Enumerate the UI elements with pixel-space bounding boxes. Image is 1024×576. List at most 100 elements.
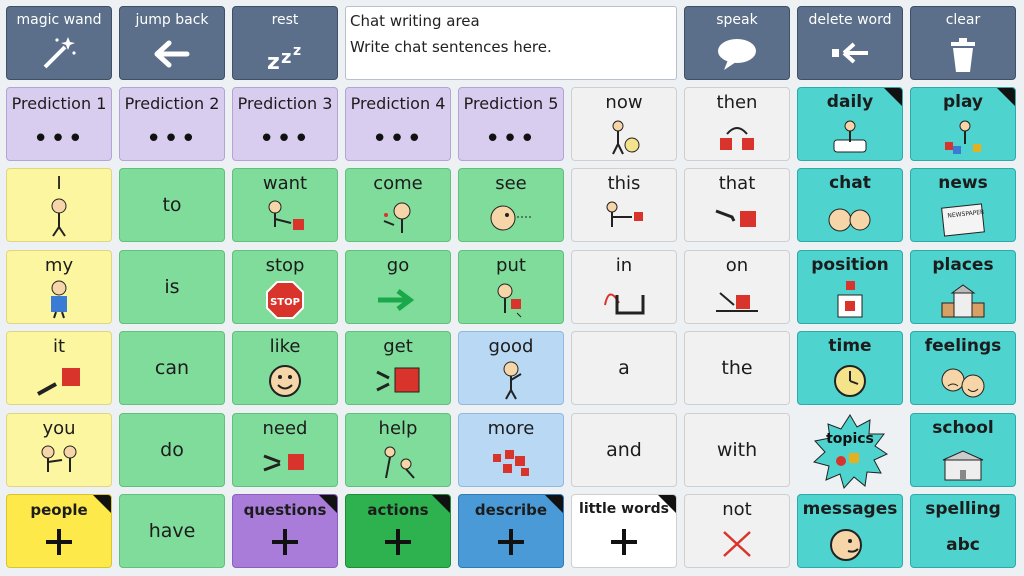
word-label: want <box>262 173 308 194</box>
position-icon <box>837 281 863 318</box>
more-blocks-icon <box>493 450 529 476</box>
come-icon <box>383 202 411 233</box>
category-people[interactable]: people <box>6 494 112 568</box>
word-label: you <box>42 418 76 439</box>
word-good[interactable]: good <box>458 331 564 405</box>
prediction-1[interactable]: Prediction 1 ••• <box>6 87 112 161</box>
delete-word-button[interactable]: delete word <box>797 6 903 80</box>
word-a[interactable]: a <box>571 331 677 405</box>
magic-wand-label: magic wand <box>16 12 102 28</box>
word-now[interactable]: now <box>571 87 677 161</box>
delete-word-label: delete word <box>808 12 892 28</box>
prediction-3[interactable]: Prediction 3 ••• <box>232 87 338 161</box>
buildings-icon <box>941 284 985 318</box>
category-actions[interactable]: actions <box>345 494 451 568</box>
rest-button[interactable]: rest z z z <box>232 6 338 80</box>
category-describe[interactable]: describe <box>458 494 564 568</box>
word-label: is <box>164 276 180 298</box>
topic-label: daily <box>826 92 874 112</box>
magic-wand-icon <box>43 37 76 69</box>
topic-play[interactable]: play <box>910 87 1016 161</box>
word-on[interactable]: on <box>684 250 790 324</box>
prediction-label: Prediction 5 <box>463 94 559 113</box>
prediction-2[interactable]: Prediction 2 ••• <box>119 87 225 161</box>
word-come[interactable]: come <box>345 168 451 242</box>
word-need[interactable]: need <box>232 413 338 487</box>
clear-label: clear <box>945 12 981 28</box>
chat-faces-icon <box>828 208 871 232</box>
word-then[interactable]: then <box>684 87 790 161</box>
you-icon <box>41 445 77 472</box>
topic-daily[interactable]: daily <box>797 87 903 161</box>
topic-label: spelling <box>925 499 1001 519</box>
word-my[interactable]: my <box>6 250 112 324</box>
topic-places[interactable]: places <box>910 250 1016 324</box>
topic-feelings[interactable]: feelings <box>910 331 1016 405</box>
ellipsis-icon: ••• <box>145 124 198 154</box>
word-label: like <box>269 336 301 357</box>
word-go[interactable]: go <box>345 250 451 324</box>
word-get[interactable]: get <box>345 331 451 405</box>
category-label: questions <box>243 501 327 519</box>
word-that[interactable]: that <box>684 168 790 242</box>
magic-wand-button[interactable]: magic wand <box>6 6 112 80</box>
word-can[interactable]: can <box>119 331 225 405</box>
topic-label: school <box>932 418 994 438</box>
word-label: need <box>262 418 308 439</box>
word-label: I <box>56 173 62 194</box>
word-the[interactable]: the <box>684 331 790 405</box>
topic-school[interactable]: school <box>910 413 1016 487</box>
topic-topics[interactable]: topics <box>811 413 889 491</box>
topic-news[interactable]: news NEWSPAPER <box>910 168 1016 242</box>
topic-spelling[interactable]: spelling abc <box>910 494 1016 568</box>
jump-back-button[interactable]: jump back <box>119 6 225 80</box>
prediction-5[interactable]: Prediction 5 ••• <box>458 87 564 161</box>
word-and[interactable]: and <box>571 413 677 487</box>
word-see[interactable]: see <box>458 168 564 242</box>
word-i[interactable]: I <box>6 168 112 242</box>
category-little-words[interactable]: little words <box>571 494 677 568</box>
word-like[interactable]: like <box>232 331 338 405</box>
ellipsis-icon: ••• <box>32 124 85 154</box>
speak-button[interactable]: speak <box>684 6 790 80</box>
stop-sign-text: STOP <box>270 297 300 308</box>
chat-writing-area[interactable]: Chat writing area Write chat sentences h… <box>345 6 677 80</box>
word-not[interactable]: not <box>684 494 790 568</box>
word-it[interactable]: it <box>6 331 112 405</box>
prediction-label: Prediction 2 <box>124 94 220 113</box>
word-want[interactable]: want <box>232 168 338 242</box>
clock-icon <box>834 365 866 397</box>
svg-text:z: z <box>267 50 280 71</box>
need-icon <box>263 454 304 472</box>
prediction-label: Prediction 3 <box>237 94 333 113</box>
topic-chat[interactable]: chat <box>797 168 903 242</box>
topic-label: chat <box>829 173 871 193</box>
topic-label: feelings <box>924 336 1002 356</box>
plus-icon <box>498 529 524 555</box>
word-help[interactable]: help <box>345 413 451 487</box>
word-in[interactable]: in <box>571 250 677 324</box>
word-do[interactable]: do <box>119 413 225 487</box>
word-have[interactable]: have <box>119 494 225 568</box>
topic-time[interactable]: time <box>797 331 903 405</box>
clear-button[interactable]: clear <box>910 6 1016 80</box>
prediction-4[interactable]: Prediction 4 ••• <box>345 87 451 161</box>
ellipsis-icon: ••• <box>484 124 537 154</box>
word-you[interactable]: you <box>6 413 112 487</box>
word-label: to <box>162 194 182 216</box>
in-icon <box>604 293 645 315</box>
word-stop[interactable]: stop STOP <box>232 250 338 324</box>
topic-position[interactable]: position <box>797 250 903 324</box>
word-is[interactable]: is <box>119 250 225 324</box>
on-icon <box>716 292 758 312</box>
word-with[interactable]: with <box>684 413 790 487</box>
word-label: can <box>154 357 190 379</box>
word-more[interactable]: more <box>458 413 564 487</box>
topic-messages[interactable]: messages <box>797 494 903 568</box>
category-questions[interactable]: questions <box>232 494 338 568</box>
help-icon <box>384 446 415 479</box>
word-this[interactable]: this <box>571 168 677 242</box>
word-label: more <box>487 418 535 439</box>
word-put[interactable]: put <box>458 250 564 324</box>
word-to[interactable]: to <box>119 168 225 242</box>
